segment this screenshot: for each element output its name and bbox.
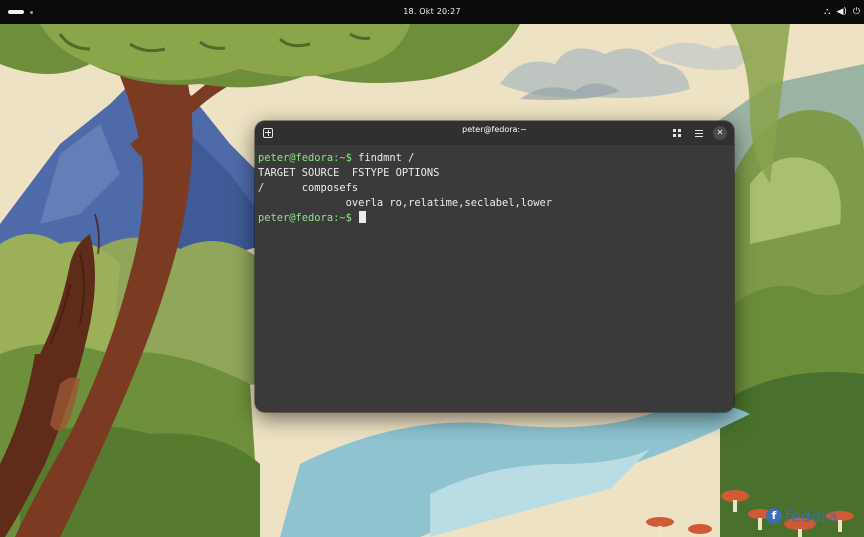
menu-button[interactable] xyxy=(692,126,706,140)
output-text: overla ro,relatime,seclabel,lower xyxy=(258,197,553,209)
terminal-output[interactable]: peter@fedora:~$ findmnt / TARGET SOURCE … xyxy=(255,145,734,412)
close-icon: ✕ xyxy=(716,128,724,137)
close-button[interactable]: ✕ xyxy=(713,126,727,140)
terminal-line: overla ro,relatime,seclabel,lower xyxy=(258,196,734,211)
command-text: findmnt / xyxy=(358,152,415,164)
grid-icon xyxy=(673,129,676,132)
volume-icon[interactable]: ◀) xyxy=(836,5,846,19)
hamburger-icon xyxy=(695,130,703,131)
fedora-logo: f fedora xyxy=(766,506,838,526)
window-title: peter@fedora:~ xyxy=(462,125,527,134)
fedora-logo-icon: f xyxy=(766,508,782,524)
terminal-line: peter@fedora:~$ xyxy=(258,211,734,226)
terminal-titlebar[interactable]: peter@fedora:~ ✕ xyxy=(255,121,734,145)
terminal-line: / composefs xyxy=(258,181,734,196)
output-text: / composefs xyxy=(258,182,359,194)
terminal-line: TARGET SOURCE FSTYPE OPTIONS xyxy=(258,166,734,181)
network-icon[interactable]: ⛬ xyxy=(824,5,830,19)
system-tray[interactable]: ⛬ ◀) ⏻ xyxy=(824,5,860,19)
terminal-window[interactable]: peter@fedora:~ ✕ peter@fedora:~$ findmnt… xyxy=(255,121,734,412)
top-bar: 18. Okt 20:27 ⛬ ◀) ⏻ xyxy=(0,0,864,24)
power-icon[interactable]: ⏻ xyxy=(853,5,860,19)
text-cursor xyxy=(359,211,367,223)
output-header: TARGET SOURCE FSTYPE OPTIONS xyxy=(258,167,440,179)
shell-prompt: peter@fedora:~$ xyxy=(258,152,359,164)
terminal-line: peter@fedora:~$ findmnt / xyxy=(258,151,734,166)
fedora-wordmark: fedora xyxy=(785,506,839,526)
clock[interactable]: 18. Okt 20:27 xyxy=(0,7,864,16)
shell-prompt: peter@fedora:~$ xyxy=(258,212,359,224)
tab-overview-button[interactable] xyxy=(670,126,684,140)
